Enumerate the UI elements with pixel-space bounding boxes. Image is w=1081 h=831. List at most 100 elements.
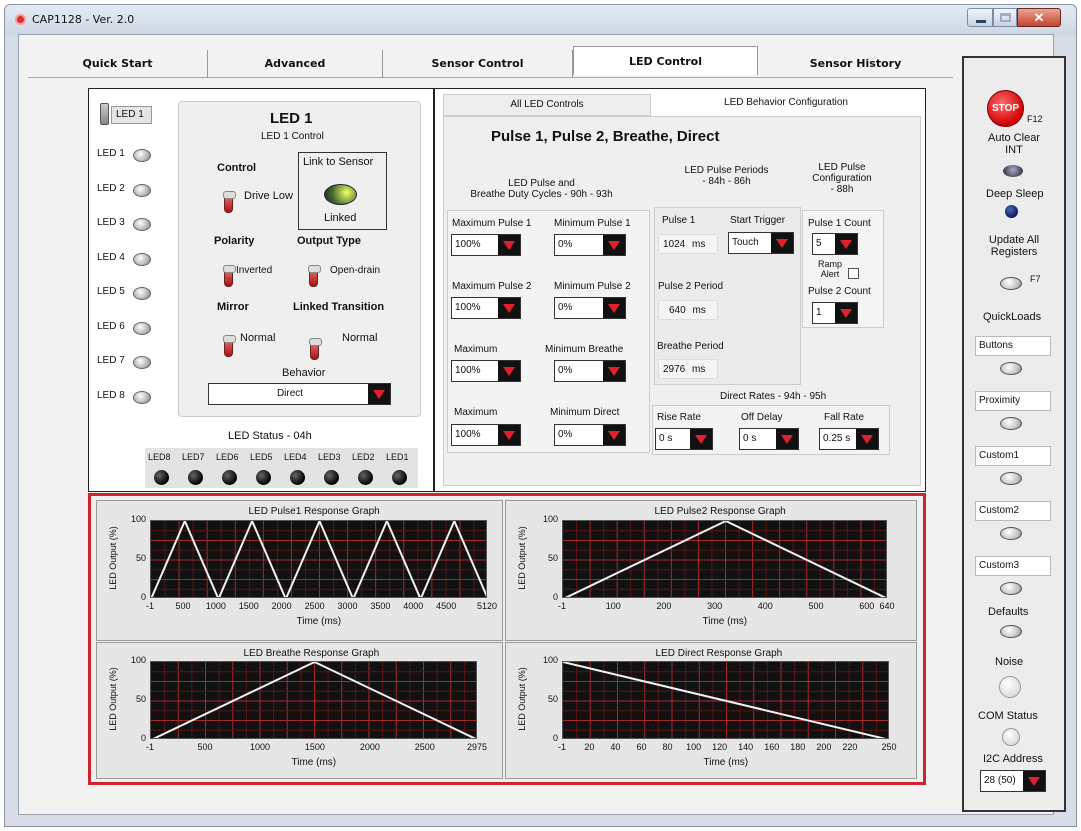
breathe-period-field[interactable]: 2976 ms	[658, 359, 718, 379]
i2c-address-dropdown[interactable]: 28 (50)	[980, 770, 1046, 792]
graph-xlabel: Time (ms)	[291, 757, 337, 768]
auto-clear-led[interactable]	[1003, 165, 1023, 177]
led-list-button[interactable]	[133, 183, 151, 197]
graph-title: LED Direct Response Graph	[655, 648, 783, 659]
quickload-preset-button[interactable]	[1000, 472, 1022, 485]
tab-all-led-controls[interactable]: All LED Controls	[443, 94, 651, 116]
chevron-down-icon	[603, 361, 625, 381]
behavior-dropdown[interactable]: Direct	[208, 383, 391, 405]
defaults-button[interactable]	[1000, 625, 1022, 638]
led-list-label: LED 3	[97, 217, 125, 228]
graph-title: LED Pulse1 Response Graph	[248, 506, 380, 517]
start-trigger-dropdown[interactable]: Touch	[728, 232, 794, 254]
graph-ytick: 100	[542, 514, 558, 524]
max-pulse1-dropdown[interactable]: 100%	[451, 234, 521, 256]
graph-ytick: 100	[542, 655, 558, 665]
status-led-indicator	[324, 470, 339, 485]
ramp-alert-checkbox[interactable]	[848, 268, 859, 279]
led-list-button[interactable]	[133, 149, 151, 162]
direct-rates-heading: Direct Rates - 94h - 95h	[720, 391, 827, 402]
min-pulse2-value: 0%	[558, 302, 573, 313]
duty-cycles-heading: LED Pulse and Breathe Duty Cycles - 90h …	[470, 178, 613, 200]
led-list-button[interactable]	[133, 356, 151, 369]
graph-xtick: 640	[879, 601, 895, 611]
rise-rate-value: 0 s	[659, 433, 673, 444]
quickload-preset-button[interactable]	[1000, 582, 1022, 595]
tab-advanced[interactable]: Advanced	[208, 50, 383, 78]
led-selector-arrow-icon[interactable]	[100, 103, 109, 125]
breathe-period-unit: ms	[692, 364, 706, 375]
fall-rate-dropdown[interactable]: 0.25 s	[819, 428, 879, 450]
pulse1-count-dropdown[interactable]: 5	[812, 233, 858, 255]
quickload-preset-button[interactable]	[1000, 362, 1022, 375]
tab-led-control[interactable]: LED Control	[573, 46, 758, 75]
noise-label: Noise	[995, 656, 1024, 668]
update-all-button[interactable]	[1000, 277, 1022, 290]
quickload-preset-label: Custom2	[975, 501, 1051, 521]
graph-xtick: 400	[757, 601, 773, 611]
graph-xtick: 300	[707, 601, 723, 611]
minimize-button[interactable]	[967, 8, 993, 27]
max-direct-dropdown[interactable]: 100%	[451, 424, 521, 446]
quickload-preset-button[interactable]	[1000, 527, 1022, 540]
chevron-down-icon	[603, 425, 625, 445]
output-type-toggle[interactable]	[308, 265, 321, 287]
min-pulse2-label: Minimum Pulse 2	[554, 281, 631, 292]
max-pulse1-label: Maximum Pulse 1	[452, 218, 532, 229]
tab-sensor-control[interactable]: Sensor Control	[383, 50, 573, 78]
led-list-button[interactable]	[133, 287, 151, 300]
max-pulse2-dropdown[interactable]: 100%	[451, 297, 521, 319]
pulse-periods-heading: LED Pulse Periods - 84h - 86h	[684, 165, 769, 187]
min-breathe-label: Minimum Breathe	[545, 344, 624, 355]
led-list-button[interactable]	[133, 218, 151, 231]
graph-xtick: 200	[656, 601, 672, 611]
close-button[interactable]: ✕	[1017, 8, 1061, 27]
graph-title: LED Breathe Response Graph	[243, 648, 380, 659]
tab-quick-start[interactable]: Quick Start	[28, 50, 208, 78]
pulse2-period-field[interactable]: 640 ms	[658, 300, 718, 320]
behavior-value: Direct	[276, 388, 304, 399]
maximize-button[interactable]	[993, 8, 1017, 27]
max-breathe-dropdown[interactable]: 100%	[451, 360, 521, 382]
stop-button[interactable]: STOP	[987, 90, 1024, 127]
led-list-label: LED 8	[97, 389, 125, 401]
linked-transition-toggle[interactable]	[309, 338, 322, 360]
min-pulse1-dropdown[interactable]: 0%	[554, 234, 626, 256]
polarity-toggle[interactable]	[223, 265, 236, 287]
polarity-label: Polarity	[214, 235, 255, 247]
chevron-down-icon	[498, 425, 520, 445]
fall-rate-value: 0.25 s	[823, 433, 851, 444]
quickload-preset-button[interactable]	[1000, 417, 1022, 430]
link-to-sensor-button[interactable]	[324, 184, 357, 205]
led-status-label: LED Status - 04h	[228, 430, 312, 442]
graph-xtick: -1	[145, 601, 154, 611]
control-toggle[interactable]	[223, 191, 236, 213]
pulse1-value-field[interactable]: 1024 ms	[658, 234, 718, 254]
min-direct-dropdown[interactable]: 0%	[554, 424, 626, 446]
chevron-down-icon	[498, 298, 520, 318]
led-list-button[interactable]	[133, 321, 151, 335]
pulse2-period-label: Pulse 2 Period	[658, 281, 724, 292]
off-delay-dropdown[interactable]: 0 s	[739, 428, 799, 450]
rise-rate-dropdown[interactable]: 0 s	[655, 428, 713, 450]
led-selector[interactable]: LED 1	[111, 106, 152, 124]
tab-led-behavior-configuration[interactable]: LED Behavior Configuration	[651, 91, 921, 116]
graph-title: LED Pulse2 Response Graph	[654, 506, 786, 517]
mirror-toggle[interactable]	[223, 335, 236, 357]
led-list-button[interactable]	[133, 390, 151, 404]
graph-xtick: 1500	[238, 601, 259, 611]
status-led-indicator	[222, 470, 237, 485]
tab-sensor-history[interactable]: Sensor History	[758, 50, 953, 78]
min-pulse2-dropdown[interactable]: 0%	[554, 297, 626, 319]
fall-rate-label: Fall Rate	[824, 412, 865, 423]
led-list-button[interactable]	[133, 252, 151, 266]
min-breathe-dropdown[interactable]: 0%	[554, 360, 626, 382]
graph-ylabel: LED Output (%)	[517, 667, 527, 731]
pulse2-count-value: 1	[816, 307, 822, 318]
i2c-address-label: I2C Address	[983, 753, 1043, 765]
mirror-label: Mirror	[217, 301, 249, 313]
chevron-down-icon	[498, 361, 520, 381]
deep-sleep-led[interactable]	[1005, 205, 1018, 218]
pulse2-count-dropdown[interactable]: 1	[812, 302, 858, 324]
pulse2-period-value: 640	[669, 305, 686, 316]
